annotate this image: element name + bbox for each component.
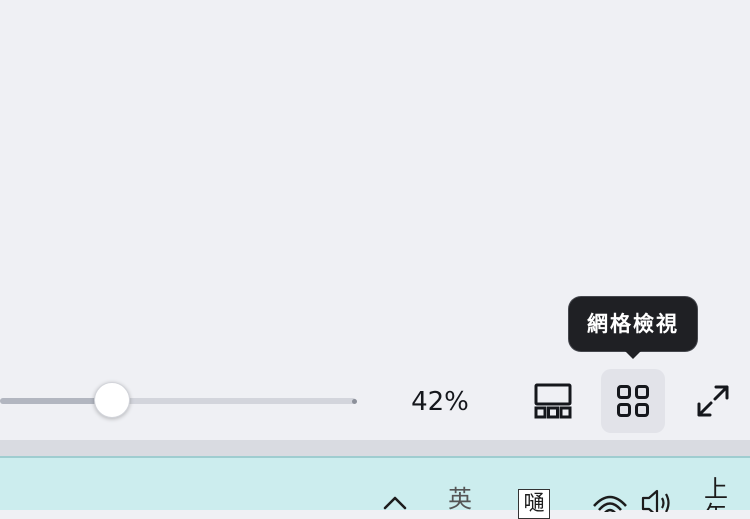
ime-mode-label: 英	[448, 486, 472, 512]
bottom-bar-divider	[0, 440, 750, 456]
grid-view-icon	[617, 385, 649, 417]
volume-button[interactable]	[638, 486, 676, 512]
zoom-slider[interactable]	[0, 380, 362, 422]
network-button[interactable]	[588, 486, 632, 512]
speaker-icon	[641, 489, 670, 512]
grid-view-tooltip: 網格檢視	[569, 297, 697, 351]
thumbnail-view-button[interactable]	[521, 369, 585, 433]
thumbnail-view-icon	[534, 383, 572, 419]
clock[interactable]: 上午	[704, 476, 750, 510]
ime-mode-indicator[interactable]: 英	[440, 486, 480, 512]
tooltip-arrow	[623, 349, 643, 359]
grid-view-button[interactable]	[601, 369, 665, 433]
zoom-slider-thumb[interactable]	[94, 382, 130, 418]
zoom-percentage[interactable]: 42%	[396, 384, 484, 420]
zoom-slider-track[interactable]	[0, 398, 356, 404]
windows-taskbar: 英 嗵 上午	[0, 456, 750, 519]
zoom-slider-end-dot	[352, 399, 357, 404]
chevron-up-icon	[383, 496, 407, 510]
ime-pad-button[interactable]: 嗵	[518, 489, 550, 519]
clock-time: 上午	[704, 476, 728, 510]
fullscreen-button[interactable]	[681, 369, 745, 433]
wifi-icon	[593, 495, 627, 512]
fullscreen-icon	[697, 385, 729, 417]
show-hidden-icons-button[interactable]	[380, 486, 410, 512]
